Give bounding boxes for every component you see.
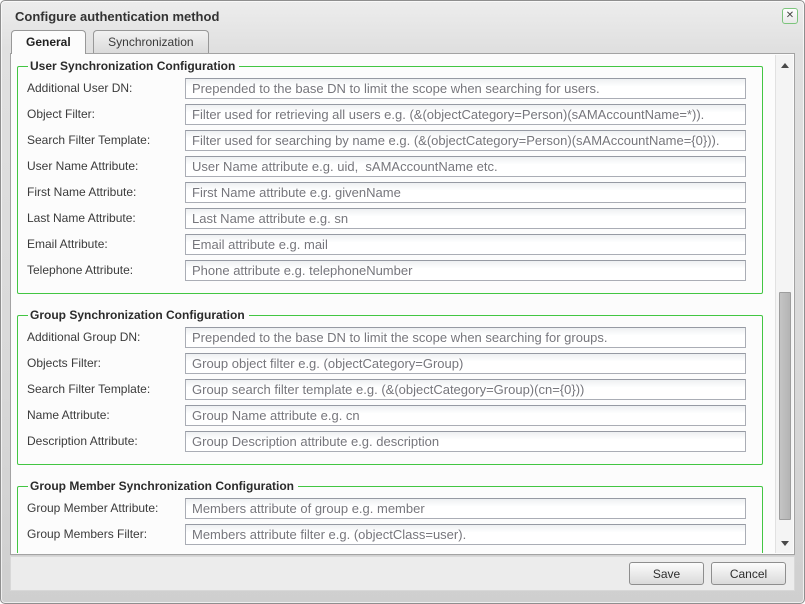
- save-button[interactable]: Save: [629, 562, 704, 585]
- form-row: Search Filter Template:: [27, 127, 762, 153]
- field-label: Description Attribute:: [27, 434, 185, 448]
- form-row: Last Name Attribute:: [27, 205, 762, 231]
- object-filter-input[interactable]: [185, 104, 746, 125]
- group-name-attribute-input[interactable]: [185, 405, 746, 426]
- form-row: Group Members Filter:: [27, 521, 762, 547]
- section-title: User Synchronization Configuration: [28, 59, 239, 73]
- tab-strip: General Synchronization: [11, 30, 212, 54]
- form-row: Object Filter:: [27, 101, 762, 127]
- form-row: Objects Filter:: [27, 350, 762, 376]
- form-row: User Name Attribute:: [27, 153, 762, 179]
- group-members-filter-input[interactable]: [185, 524, 746, 545]
- scroll-up-icon[interactable]: [776, 57, 793, 73]
- additional-user-dn-input[interactable]: [185, 78, 746, 99]
- field-label: First Name Attribute:: [27, 185, 185, 199]
- field-label: Telephone Attribute:: [27, 263, 185, 277]
- dialog-title: Configure authentication method: [15, 9, 219, 24]
- description-attribute-input[interactable]: [185, 431, 746, 452]
- last-name-attribute-input[interactable]: [185, 208, 746, 229]
- form-row: Additional Group DN:: [27, 324, 762, 350]
- field-label: Objects Filter:: [27, 356, 185, 370]
- form-row: Group Member Attribute:: [27, 495, 762, 521]
- objects-filter-input[interactable]: [185, 353, 746, 374]
- field-label: Email Attribute:: [27, 237, 185, 251]
- tab-synchronization[interactable]: Synchronization: [93, 30, 208, 53]
- form-row: Telephone Attribute:: [27, 257, 762, 283]
- section-group-member-synchronization: Group Member Synchronization Configurati…: [17, 479, 763, 553]
- section-group-synchronization: Group Synchronization Configuration Addi…: [17, 308, 763, 465]
- field-label: User Name Attribute:: [27, 159, 185, 173]
- scrollbar-thumb[interactable]: [779, 292, 791, 520]
- section-title: Group Synchronization Configuration: [28, 308, 249, 322]
- section-user-synchronization: User Synchronization Configuration Addit…: [17, 59, 763, 294]
- form-viewport: User Synchronization Configuration Addit…: [12, 55, 775, 553]
- form-row: Name Attribute:: [27, 402, 762, 428]
- field-label: Name Attribute:: [27, 408, 185, 422]
- field-label: Object Filter:: [27, 107, 185, 121]
- form-row: Search Filter Template:: [27, 376, 762, 402]
- group-search-filter-template-input[interactable]: [185, 379, 746, 400]
- group-member-attribute-input[interactable]: [185, 498, 746, 519]
- close-icon[interactable]: ✕: [782, 8, 798, 24]
- field-label: Additional Group DN:: [27, 330, 185, 344]
- dialog-titlebar: Configure authentication method ✕: [1, 1, 804, 30]
- form-row: Description Attribute:: [27, 428, 762, 454]
- field-label: Search Filter Template:: [27, 382, 185, 396]
- telephone-attribute-input[interactable]: [185, 260, 746, 281]
- configure-authentication-dialog: Configure authentication method ✕ Genera…: [0, 0, 805, 604]
- user-search-filter-template-input[interactable]: [185, 130, 746, 151]
- vertical-scrollbar[interactable]: [775, 55, 793, 553]
- form-row: Email Attribute:: [27, 231, 762, 257]
- field-label: Group Members Filter:: [27, 527, 185, 541]
- field-label: Search Filter Template:: [27, 133, 185, 147]
- section-title: Group Member Synchronization Configurati…: [28, 479, 298, 493]
- additional-group-dn-input[interactable]: [185, 327, 746, 348]
- field-label: Last Name Attribute:: [27, 211, 185, 225]
- tab-content-panel: User Synchronization Configuration Addit…: [10, 53, 795, 555]
- scroll-down-icon[interactable]: [776, 535, 793, 551]
- tab-general[interactable]: General: [11, 30, 86, 54]
- first-name-attribute-input[interactable]: [185, 182, 746, 203]
- email-attribute-input[interactable]: [185, 234, 746, 255]
- form-row: First Name Attribute:: [27, 179, 762, 205]
- field-label: Group Member Attribute:: [27, 501, 185, 515]
- form-row: Additional User DN:: [27, 75, 762, 101]
- user-name-attribute-input[interactable]: [185, 156, 746, 177]
- cancel-button[interactable]: Cancel: [711, 562, 786, 585]
- dialog-footer: Save Cancel: [10, 556, 795, 591]
- field-label: Additional User DN:: [27, 81, 185, 95]
